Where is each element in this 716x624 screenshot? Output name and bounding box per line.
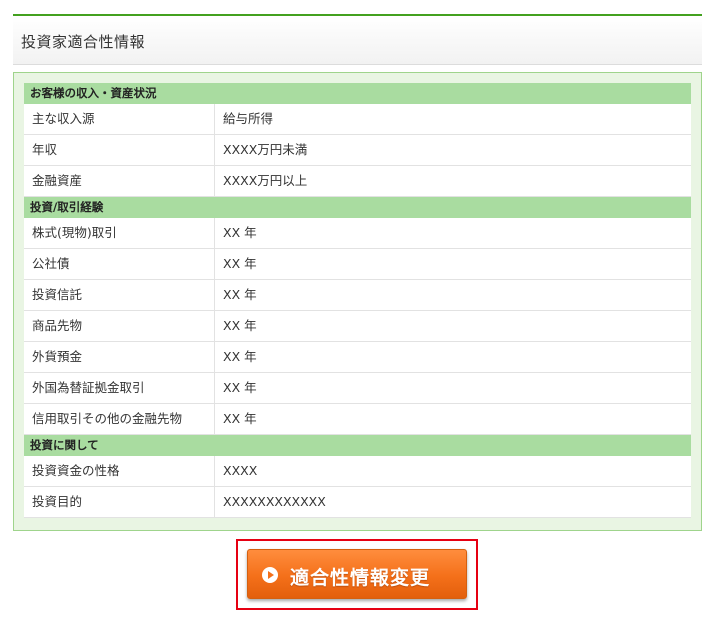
row-value: XXXX bbox=[223, 463, 258, 478]
row-label: 公社債 bbox=[24, 249, 215, 279]
table-row: 外国為替証拠金取引 XX 年 bbox=[24, 373, 691, 404]
table-row: 投資目的 XXXXXXXXXXXX bbox=[24, 487, 691, 518]
row-label: 投資信託 bbox=[24, 280, 215, 310]
row-value: XX 年 bbox=[223, 287, 257, 302]
table-row: 商品先物 XX 年 bbox=[24, 311, 691, 342]
row-label: 主な収入源 bbox=[24, 104, 215, 134]
button-label: 適合性情報変更 bbox=[290, 567, 431, 589]
row-label: 年収 bbox=[24, 135, 215, 165]
play-circle-icon bbox=[262, 567, 278, 583]
table-row: 年収 XXXX万円未満 bbox=[24, 135, 691, 166]
row-label: 投資資金の性格 bbox=[24, 456, 215, 486]
row-value: XX 年 bbox=[223, 349, 257, 364]
row-label: 外国為替証拠金取引 bbox=[24, 373, 215, 403]
button-highlight-frame: 適合性情報変更 bbox=[236, 539, 478, 610]
row-value: XXXX万円未満 bbox=[223, 142, 308, 157]
row-value: 給与所得 bbox=[223, 111, 274, 126]
table-row: 信用取引その他の金融先物 XX 年 bbox=[24, 404, 691, 435]
row-value: XX 年 bbox=[223, 380, 257, 395]
section-header-investment: 投資に関して bbox=[24, 435, 691, 456]
suitability-panel: お客様の収入・資産状況 主な収入源 給与所得 年収 XXXX万円未満 金融資産 … bbox=[13, 72, 702, 531]
row-value: XXXX万円以上 bbox=[223, 173, 308, 188]
row-label: 商品先物 bbox=[24, 311, 215, 341]
row-label: 株式(現物)取引 bbox=[24, 218, 215, 248]
table-row: 株式(現物)取引 XX 年 bbox=[24, 218, 691, 249]
page-title: 投資家適合性情報 bbox=[21, 33, 146, 51]
table-row: 主な収入源 給与所得 bbox=[24, 104, 691, 135]
row-label: 外貨預金 bbox=[24, 342, 215, 372]
table-row: 投資資金の性格 XXXX bbox=[24, 456, 691, 487]
row-value: XX 年 bbox=[223, 256, 257, 271]
row-label: 信用取引その他の金融先物 bbox=[24, 404, 215, 434]
row-value: XX 年 bbox=[223, 225, 257, 240]
section-header-trading-experience: 投資/取引経験 bbox=[24, 197, 691, 218]
table-row: 金融資産 XXXX万円以上 bbox=[24, 166, 691, 197]
change-suitability-button[interactable]: 適合性情報変更 bbox=[247, 549, 467, 599]
suitability-table: お客様の収入・資産状況 主な収入源 給与所得 年収 XXXX万円未満 金融資産 … bbox=[24, 83, 691, 518]
row-value: XX 年 bbox=[223, 411, 257, 426]
table-row: 公社債 XX 年 bbox=[24, 249, 691, 280]
page-header: 投資家適合性情報 bbox=[13, 14, 702, 65]
row-label: 投資目的 bbox=[24, 487, 215, 517]
row-value: XX 年 bbox=[223, 318, 257, 333]
table-row: 投資信託 XX 年 bbox=[24, 280, 691, 311]
section-header-income-assets: お客様の収入・資産状況 bbox=[24, 83, 691, 104]
table-row: 外貨預金 XX 年 bbox=[24, 342, 691, 373]
row-value: XXXXXXXXXXXX bbox=[223, 494, 326, 509]
row-label: 金融資産 bbox=[24, 166, 215, 196]
